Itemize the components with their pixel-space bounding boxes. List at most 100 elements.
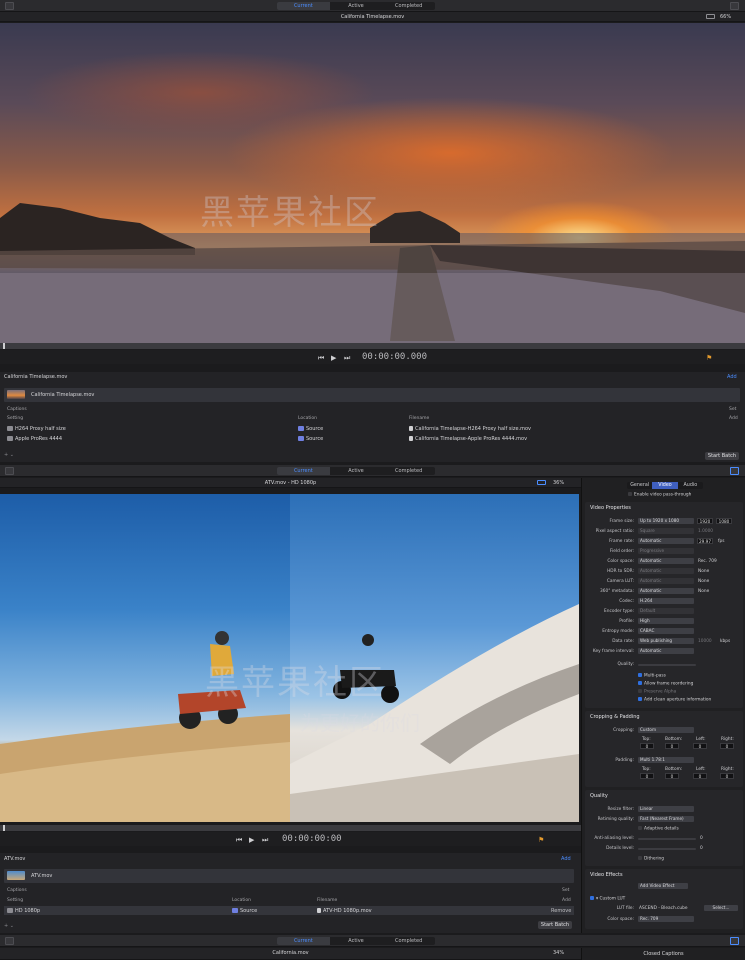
padding-select[interactable]: Multi 1.78:1 xyxy=(638,757,694,763)
output-row-location[interactable]: Source xyxy=(298,436,323,442)
skip-forward-icon[interactable]: ⏭ xyxy=(344,354,350,363)
pad-left-field[interactable]: 0 xyxy=(693,773,707,779)
tab-current[interactable]: Current xyxy=(277,937,330,945)
job-add-link[interactable]: Add xyxy=(727,374,737,380)
custom-lut-checkbox[interactable]: ▾ Custom LUT xyxy=(590,896,625,902)
marker-icon[interactable]: ⚑ xyxy=(706,354,712,362)
pad-right-field[interactable]: 0 xyxy=(720,773,734,779)
captions-set-link[interactable]: Set xyxy=(729,407,736,412)
tab-current[interactable]: Current xyxy=(277,2,330,10)
zoom-level[interactable]: 34% xyxy=(553,949,564,957)
tab-current[interactable]: Current xyxy=(277,467,330,475)
metadata-360-select[interactable]: Automatic xyxy=(638,588,694,594)
job-file-row[interactable]: ATV.mov xyxy=(4,869,574,883)
passthrough-checkbox[interactable]: Enable video pass-through xyxy=(628,492,691,498)
inspector-tab-audio[interactable]: Audio xyxy=(678,482,703,489)
job-file-row[interactable]: California Timelapse.mov xyxy=(4,388,740,402)
output-row-filename[interactable]: California Timelapse-H264 Proxy half siz… xyxy=(409,426,531,432)
frame-width-field[interactable]: 1920 xyxy=(697,518,713,524)
sidebar-toggle-icon[interactable] xyxy=(5,937,14,945)
tab-completed[interactable]: Completed xyxy=(382,937,435,945)
lut-color-space-select[interactable]: Rec. 709 xyxy=(638,916,694,922)
crop-right-field[interactable]: 0 xyxy=(720,743,734,749)
frame-height-field[interactable]: 1080 xyxy=(716,518,732,524)
scrubber-bar[interactable] xyxy=(0,825,581,831)
timecode-display[interactable]: 00:00:00:00 xyxy=(282,834,342,844)
playhead[interactable] xyxy=(3,825,5,831)
start-batch-button[interactable]: Start Batch xyxy=(538,921,572,929)
frame-rate-field[interactable]: 29.97 xyxy=(697,538,713,544)
output-row-location[interactable]: Source xyxy=(298,426,323,432)
encoder-type-select[interactable]: Default xyxy=(638,608,694,614)
adaptive-details-checkbox[interactable]: Adaptive details xyxy=(638,826,679,832)
play-icon[interactable]: ▶ xyxy=(249,836,254,844)
inspector-toggle-icon[interactable] xyxy=(730,2,739,10)
skip-back-icon[interactable]: ⏮ xyxy=(236,836,242,845)
tab-active[interactable]: Active xyxy=(330,2,383,10)
field-order-select[interactable]: Progressive xyxy=(638,548,694,554)
skip-back-icon[interactable]: ⏮ xyxy=(318,354,324,363)
inspector-toggle-icon[interactable] xyxy=(730,937,739,945)
pixel-aspect-select[interactable]: Square xyxy=(638,528,694,534)
key-frame-select[interactable]: Automatic xyxy=(638,648,694,654)
multi-pass-checkbox[interactable]: Multi-pass xyxy=(638,673,666,679)
output-row-setting[interactable]: HD 1080p xyxy=(7,908,40,914)
remove-output-button[interactable]: Remove xyxy=(551,908,571,914)
data-rate-select[interactable]: Web publishing xyxy=(638,638,694,644)
data-rate-value[interactable]: 10000 xyxy=(698,639,712,644)
sidebar-toggle-icon[interactable] xyxy=(5,2,14,10)
zoom-level[interactable]: 66% xyxy=(720,13,731,21)
scrubber-bar[interactable] xyxy=(0,343,745,349)
marker-icon[interactable]: ⚑ xyxy=(538,836,544,844)
output-row-setting[interactable]: H264 Proxy half size xyxy=(7,426,66,432)
tab-active[interactable]: Active xyxy=(330,467,383,475)
sidebar-toggle-icon[interactable] xyxy=(5,467,14,475)
color-space-select[interactable]: Automatic xyxy=(638,558,694,564)
hdr-to-sdr-select[interactable]: Automatic xyxy=(638,568,694,574)
frame-reordering-checkbox[interactable]: Allow frame reordering xyxy=(638,681,693,687)
tab-completed[interactable]: Completed xyxy=(382,2,435,10)
split-view-icon[interactable] xyxy=(537,480,546,485)
crop-top-field[interactable]: 0 xyxy=(640,743,654,749)
pad-bottom-field[interactable]: 0 xyxy=(665,773,679,779)
frame-size-select[interactable]: Up to 1920 x 1080 xyxy=(638,518,694,524)
profile-select[interactable]: High xyxy=(638,618,694,624)
start-batch-button[interactable]: Start Batch xyxy=(705,452,739,460)
quality-slider[interactable] xyxy=(638,664,696,666)
caption-bubble-icon[interactable] xyxy=(706,14,715,19)
dithering-checkbox[interactable]: Dithering xyxy=(638,856,664,862)
add-video-effect-button[interactable]: Add Video Effect xyxy=(638,883,688,889)
camera-lut-select[interactable]: Automatic xyxy=(638,578,694,584)
lut-select-button[interactable]: Select... xyxy=(704,905,738,911)
output-row-setting[interactable]: Apple ProRes 4444 xyxy=(7,436,62,442)
playhead[interactable] xyxy=(3,343,5,349)
tab-completed[interactable]: Completed xyxy=(382,467,435,475)
anti-alias-slider[interactable] xyxy=(638,838,696,840)
resize-filter-select[interactable]: Linear xyxy=(638,806,694,812)
inspector-toggle-icon[interactable] xyxy=(730,467,739,475)
add-item-icon[interactable]: + ⌄ xyxy=(4,923,14,929)
output-row-location[interactable]: Source xyxy=(232,908,257,914)
captions-set-link[interactable]: Set xyxy=(562,888,569,893)
frame-rate-select[interactable]: Automatic xyxy=(638,538,694,544)
timecode-display[interactable]: 00:00:00.000 xyxy=(362,352,427,362)
inspector-tab-video[interactable]: Video xyxy=(652,482,678,489)
crop-bottom-field[interactable]: 0 xyxy=(665,743,679,749)
output-row-selected[interactable] xyxy=(4,906,574,915)
clean-aperture-checkbox[interactable]: Add clean aperture information xyxy=(638,697,711,703)
codec-select[interactable]: H.264 xyxy=(638,598,694,604)
entropy-mode-select[interactable]: CABAC xyxy=(638,628,694,634)
skip-forward-icon[interactable]: ⏭ xyxy=(262,836,268,845)
output-row-filename[interactable]: California Timelapse-Apple ProRes 4444.m… xyxy=(409,436,527,442)
cropping-select[interactable]: Custom xyxy=(638,727,694,733)
retiming-select[interactable]: Fast (Nearest Frame) xyxy=(638,816,694,822)
pad-top-field[interactable]: 0 xyxy=(640,773,654,779)
zoom-level[interactable]: 36% xyxy=(553,479,564,487)
add-item-icon[interactable]: + ⌄ xyxy=(4,452,14,458)
outputs-add-link[interactable]: Add xyxy=(729,416,738,421)
tab-active[interactable]: Active xyxy=(330,937,383,945)
play-icon[interactable]: ▶ xyxy=(331,354,336,362)
preserve-alpha-checkbox[interactable]: Preserve Alpha xyxy=(638,689,676,695)
details-level-slider[interactable] xyxy=(638,848,696,850)
outputs-add-link[interactable]: Add xyxy=(562,898,571,903)
